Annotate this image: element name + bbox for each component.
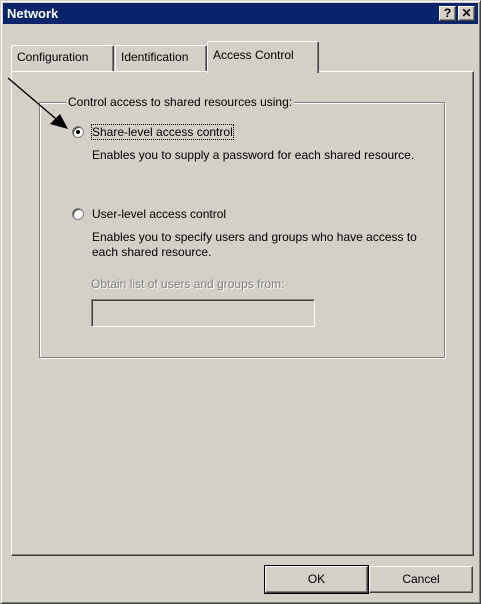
tab-identification-label: Identification <box>121 50 189 64</box>
group-label: Control access to shared resources using… <box>66 95 295 109</box>
user-level-option[interactable]: User-level access control <box>72 207 226 221</box>
tab-access-control[interactable]: Access Control <box>207 41 319 73</box>
help-button[interactable]: ? <box>439 6 456 21</box>
close-button[interactable]: ✕ <box>458 6 475 21</box>
tab-identification[interactable]: Identification <box>115 45 207 71</box>
title-bar[interactable]: Network ? ✕ <box>3 3 478 24</box>
user-level-label[interactable]: User-level access control <box>92 207 226 221</box>
share-level-label[interactable]: Share-level access control <box>91 124 234 140</box>
window-title: Network <box>7 6 59 21</box>
ok-button[interactable]: OK <box>264 565 369 594</box>
tab-access-control-label: Access Control <box>213 48 294 62</box>
share-level-description: Enables you to supply a password for eac… <box>92 148 415 162</box>
user-level-radio[interactable] <box>72 208 84 220</box>
share-level-option[interactable]: Share-level access control <box>72 124 234 140</box>
network-dialog: Network ? ✕ Configuration Identification… <box>0 0 481 604</box>
obtain-list-input[interactable] <box>91 299 315 327</box>
tab-configuration-label: Configuration <box>17 50 89 64</box>
access-control-group: Control access to shared resources using… <box>39 95 445 358</box>
cancel-button[interactable]: Cancel <box>369 566 473 593</box>
access-control-panel: Control access to shared resources using… <box>11 71 474 556</box>
share-level-radio[interactable] <box>72 126 84 138</box>
tab-configuration[interactable]: Configuration <box>11 45 114 71</box>
user-level-description: Enables you to specify users and groups … <box>92 230 417 259</box>
obtain-list-label: Obtain list of users and groups from: <box>91 277 285 291</box>
